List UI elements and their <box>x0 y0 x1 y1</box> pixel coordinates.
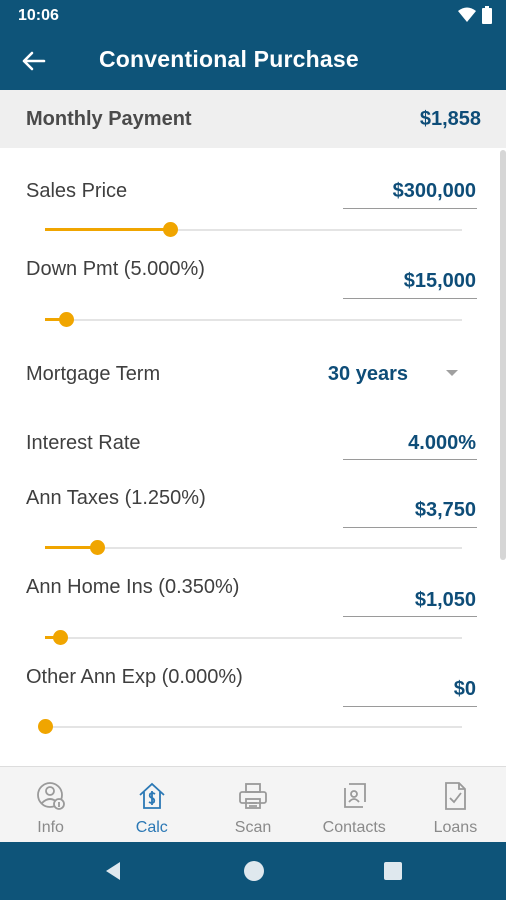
ann-taxes-input[interactable]: $3,750 <box>415 499 476 522</box>
contacts-icon <box>337 779 371 813</box>
back-button[interactable] <box>18 46 50 76</box>
battery-icon <box>482 6 492 24</box>
sales-price-input[interactable]: $300,000 <box>393 180 476 203</box>
slider-thumb[interactable] <box>163 222 178 237</box>
down-payment-slider[interactable] <box>45 310 462 330</box>
document-check-icon <box>438 779 472 813</box>
arrow-left-icon <box>22 51 46 71</box>
slider-track <box>45 637 462 639</box>
ann-home-ins-label: Ann Home Ins (0.350%) <box>26 576 240 598</box>
other-ann-exp-underline <box>343 706 477 707</box>
nav-label-scan: Scan <box>234 819 272 836</box>
ann-home-ins-slider[interactable] <box>45 628 462 648</box>
nav-item-calc[interactable]: Calc <box>101 767 202 842</box>
status-icons <box>458 6 492 24</box>
monthly-payment-value: $1,858 <box>419 108 481 130</box>
sales-price-slider[interactable] <box>45 220 462 240</box>
down-payment-underline <box>343 298 477 299</box>
system-back-button[interactable] <box>100 858 126 884</box>
monthly-payment-summary: Monthly Payment $1,858 <box>0 90 506 148</box>
dropdown-arrow-icon[interactable] <box>446 370 458 376</box>
interest-rate-underline <box>343 459 477 460</box>
slider-track <box>45 319 462 321</box>
system-nav-bar <box>0 842 506 900</box>
interest-rate-label: Interest Rate <box>26 432 141 454</box>
nav-item-info[interactable]: Info <box>0 767 101 842</box>
nav-label-contacts: Contacts <box>322 819 386 836</box>
ann-home-ins-input[interactable]: $1,050 <box>415 589 476 612</box>
square-recents-icon <box>384 862 402 880</box>
monthly-payment-label: Monthly Payment <box>26 108 192 130</box>
ann-home-ins-underline <box>343 616 477 617</box>
printer-icon <box>236 779 270 813</box>
slider-fill <box>45 228 170 231</box>
sales-price-label: Sales Price <box>26 180 128 202</box>
system-recents-button[interactable] <box>380 858 406 884</box>
triangle-back-icon <box>106 862 120 880</box>
slider-thumb[interactable] <box>90 540 105 555</box>
mortgage-term-select[interactable]: 30 years <box>328 363 408 386</box>
status-bar: 10:06 <box>0 0 506 32</box>
wifi-icon <box>458 7 476 22</box>
nav-item-scan[interactable]: Scan <box>202 767 303 842</box>
ann-taxes-label: Ann Taxes (1.250%) <box>26 487 206 509</box>
slider-thumb[interactable] <box>38 719 53 734</box>
slider-thumb[interactable] <box>53 630 68 645</box>
status-time: 10:06 <box>18 7 59 24</box>
nav-label-loans: Loans <box>433 819 478 836</box>
nav-item-contacts[interactable]: Contacts <box>304 767 405 842</box>
system-home-button[interactable] <box>241 858 267 884</box>
slider-track <box>45 547 462 549</box>
ann-taxes-slider[interactable] <box>45 538 462 558</box>
app-bar: Conventional Purchase <box>0 32 506 90</box>
page-title: Conventional Purchase <box>99 46 359 72</box>
other-ann-exp-label: Other Ann Exp (0.000%) <box>26 666 243 688</box>
ann-taxes-underline <box>343 527 477 528</box>
mortgage-term-label: Mortgage Term <box>26 363 161 385</box>
other-ann-exp-slider[interactable] <box>38 717 462 737</box>
interest-rate-input[interactable]: 4.000% <box>408 432 476 455</box>
circle-home-icon <box>244 861 264 881</box>
person-info-icon <box>34 779 68 813</box>
nav-label-info: Info <box>37 819 64 836</box>
sales-price-underline <box>343 208 477 209</box>
bottom-nav: Info Calc Scan Contacts Loans <box>0 766 506 842</box>
nav-label-calc: Calc <box>135 819 168 836</box>
nav-item-loans[interactable]: Loans <box>405 767 506 842</box>
slider-track <box>45 726 462 728</box>
down-payment-input[interactable]: $15,000 <box>404 270 476 293</box>
other-ann-exp-input[interactable]: $0 <box>454 678 476 701</box>
scrollbar[interactable] <box>500 150 506 560</box>
down-payment-label: Down Pmt (5.000%) <box>26 258 205 280</box>
house-dollar-icon <box>135 779 169 813</box>
slider-thumb[interactable] <box>59 312 74 327</box>
